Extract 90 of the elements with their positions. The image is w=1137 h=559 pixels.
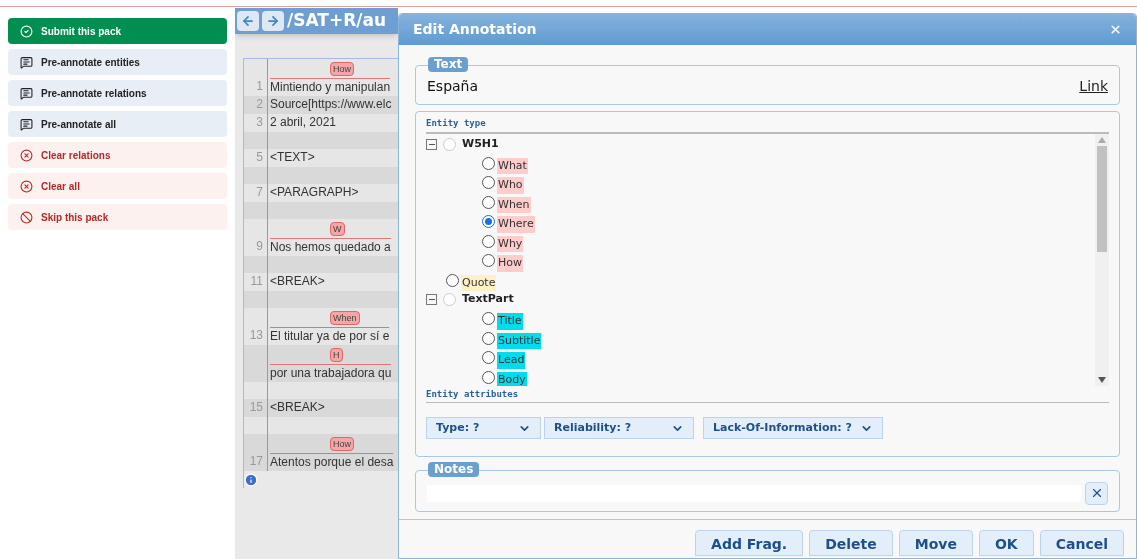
attribute-select[interactable]: Reliability: ? bbox=[544, 417, 694, 439]
document-line: por una trabajadora qu bbox=[270, 365, 392, 382]
sidebar-button[interactable]: Clear all bbox=[8, 173, 227, 199]
comment-icon bbox=[20, 117, 33, 131]
annotation-tag[interactable]: How bbox=[330, 62, 354, 76]
line-number: 5 bbox=[256, 149, 263, 166]
line-number: 1 bbox=[256, 78, 263, 95]
collapse-icon[interactable] bbox=[426, 294, 437, 305]
document-line: El titular ya de por sí e bbox=[270, 328, 390, 345]
back-button[interactable] bbox=[237, 11, 259, 31]
annotation-tag[interactable]: When bbox=[330, 311, 360, 325]
radio-button[interactable] bbox=[446, 273, 459, 287]
dialog-title: Edit Annotation bbox=[413, 20, 537, 39]
x-circle-icon bbox=[20, 148, 33, 162]
scrollbar[interactable] bbox=[1095, 133, 1109, 386]
entity-type-label[interactable]: Title bbox=[497, 313, 523, 330]
radio-button[interactable] bbox=[482, 156, 495, 170]
document-line: Nos hemos quedado a bbox=[270, 239, 391, 256]
line-number: 2 bbox=[256, 96, 263, 113]
radio-button[interactable] bbox=[482, 195, 495, 209]
radio-button[interactable] bbox=[482, 254, 495, 268]
document-line: <PARAGRAPH> bbox=[270, 184, 359, 201]
info-icon[interactable] bbox=[244, 472, 258, 487]
ban-icon bbox=[20, 210, 33, 224]
line-number: 17 bbox=[249, 453, 263, 470]
sidebar-button[interactable]: Skip this pack bbox=[8, 204, 227, 230]
radio-button[interactable] bbox=[482, 351, 495, 365]
section-heading: Entity attributes bbox=[426, 387, 1109, 403]
entity-type-label[interactable]: Who bbox=[497, 177, 524, 194]
document-path: /SAT+R/au bbox=[287, 9, 386, 33]
line-number: 3 bbox=[256, 114, 263, 131]
clear-notes-button[interactable] bbox=[1085, 481, 1108, 505]
annotation-tag[interactable]: H bbox=[330, 348, 343, 362]
radio-button[interactable] bbox=[482, 234, 495, 248]
scroll-down-icon[interactable] bbox=[1098, 376, 1106, 383]
line-number: 7 bbox=[256, 184, 263, 201]
dialog-button[interactable]: Delete bbox=[809, 530, 893, 556]
attribute-select[interactable]: Lack-Of-Information: ? bbox=[703, 417, 883, 439]
dialog-button[interactable]: Cancel bbox=[1039, 530, 1124, 556]
line-number: 15 bbox=[249, 399, 263, 416]
x-circle-icon bbox=[20, 179, 33, 193]
entity-type-label[interactable]: When bbox=[497, 196, 531, 213]
entity-type-label[interactable]: What bbox=[497, 157, 528, 174]
radio-button[interactable] bbox=[482, 215, 495, 229]
tree-group-label[interactable]: W5H1 bbox=[462, 135, 499, 153]
document-line: Atentos porque el desa bbox=[270, 454, 394, 471]
document-line: <BREAK> bbox=[270, 399, 325, 416]
dialog-button[interactable]: OK bbox=[978, 530, 1034, 556]
sidebar-button[interactable]: Clear relations bbox=[8, 142, 227, 168]
document-line: <TEXT> bbox=[270, 149, 315, 166]
attribute-select[interactable]: Type: ? bbox=[426, 417, 541, 439]
line-number: 9 bbox=[256, 238, 263, 255]
left-arrow-icon bbox=[241, 14, 255, 28]
sidebar-button[interactable]: Submit this pack bbox=[8, 18, 227, 44]
entity-type-label[interactable]: Quote bbox=[461, 274, 497, 291]
link[interactable]: Link bbox=[1079, 75, 1108, 97]
forward-button[interactable] bbox=[262, 11, 284, 31]
tree-group-label[interactable]: TextPart bbox=[462, 291, 514, 308]
radio-button[interactable] bbox=[482, 176, 495, 190]
close-icon[interactable] bbox=[1109, 23, 1122, 36]
sidebar-button[interactable]: Pre-annotate relations bbox=[8, 80, 227, 106]
comment-icon bbox=[20, 55, 33, 69]
fieldset-legend: Text bbox=[428, 57, 469, 72]
radio-button[interactable] bbox=[482, 331, 495, 345]
check-circle-icon bbox=[20, 24, 33, 38]
line-number: 11 bbox=[250, 273, 263, 290]
annotation-tag[interactable]: W bbox=[330, 222, 345, 236]
dialog-button[interactable]: Add Frag. bbox=[695, 530, 804, 556]
document-line: Source[https://www.elc bbox=[270, 96, 392, 113]
entity-type-label[interactable]: Lead bbox=[497, 352, 526, 369]
section-heading: Entity type bbox=[426, 117, 1109, 134]
sidebar-button[interactable]: Pre-annotate all bbox=[8, 111, 227, 137]
annotation-tag[interactable]: How bbox=[330, 437, 354, 451]
entity-type-label[interactable]: Why bbox=[497, 235, 524, 252]
radio-button[interactable] bbox=[482, 370, 495, 384]
comment-icon bbox=[20, 86, 33, 100]
annotated-text: España bbox=[427, 76, 479, 96]
line-number: 13 bbox=[249, 327, 263, 344]
radio-button[interactable] bbox=[482, 312, 495, 326]
collapse-icon[interactable] bbox=[426, 138, 437, 150]
sidebar-button[interactable]: Pre-annotate entities bbox=[8, 49, 227, 75]
document-line: 2 abril, 2021 bbox=[270, 114, 337, 131]
document-line: Mintiendo y manipulan bbox=[270, 79, 391, 96]
fieldset-legend: Notes bbox=[428, 462, 480, 477]
entity-type-label[interactable]: How bbox=[497, 255, 523, 272]
entity-type-label[interactable]: Body bbox=[497, 371, 527, 386]
document-line: <BREAK> bbox=[270, 273, 325, 290]
entity-type-label[interactable]: Where bbox=[497, 216, 535, 233]
dialog-button[interactable]: Move bbox=[898, 530, 973, 556]
entity-type-label[interactable]: Subtitle bbox=[497, 332, 542, 349]
